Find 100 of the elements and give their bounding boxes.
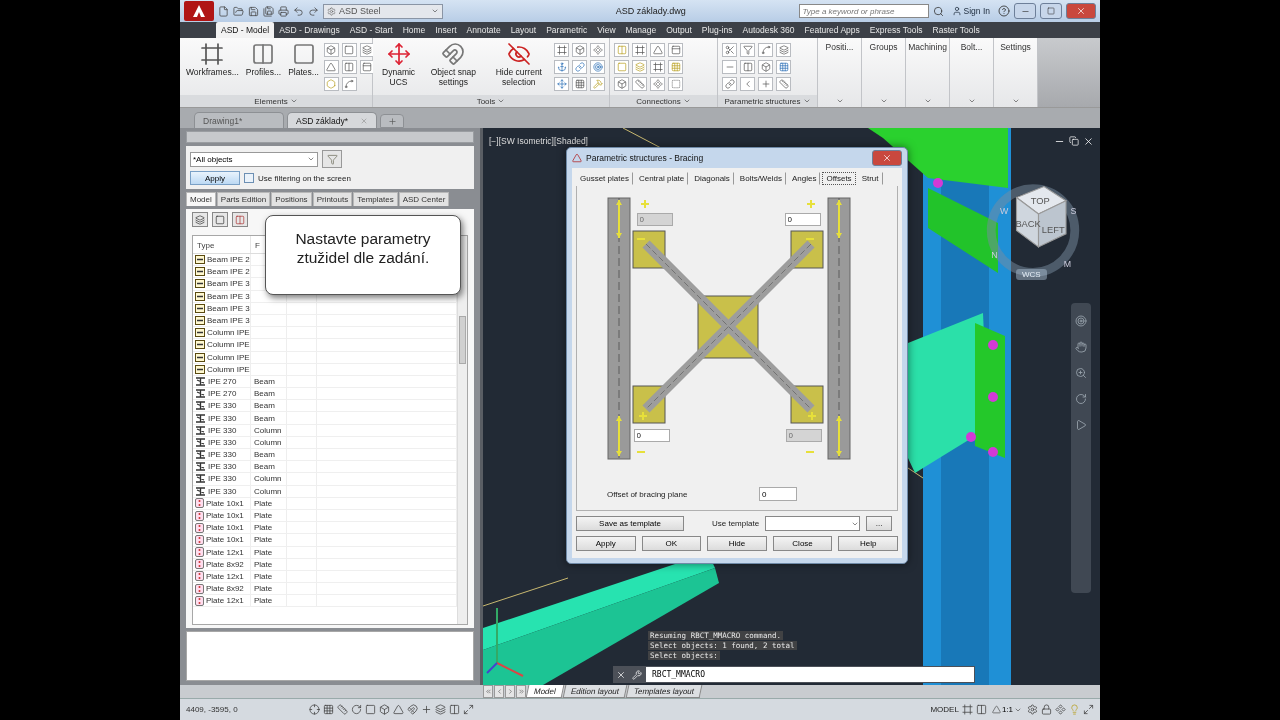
sheet-tab[interactable]: Templates layout — [625, 685, 703, 698]
ribbon-tab[interactable]: Express Tools — [864, 22, 928, 38]
table-row[interactable]: Column IPE — [193, 339, 457, 352]
table-row[interactable]: IPE 330 Column — [193, 436, 457, 449]
ribbon-tab[interactable]: Layout — [505, 22, 542, 38]
ribbon-panel-button[interactable]: Bolt... — [950, 38, 993, 107]
table-row[interactable]: Plate 10x1 Plate — [193, 509, 457, 523]
search-field[interactable]: Type a keyword or phrase — [798, 4, 929, 18]
table-cell: Column IPE — [207, 364, 250, 374]
dialog-button[interactable]: Hide — [707, 536, 767, 551]
sign-in-button[interactable]: Sign In — [947, 6, 994, 16]
table-row[interactable]: IPE 330 Column — [193, 473, 457, 486]
ribbon-panel-button[interactable]: Settings — [994, 38, 1037, 107]
dialog-tab[interactable]: Bolts/Welds — [735, 171, 786, 185]
ribbon-panel-button[interactable]: Machining — [906, 38, 949, 107]
command-input[interactable]: RBCT_MMACRO — [646, 667, 974, 682]
table-row[interactable]: Column IPE — [193, 363, 457, 376]
table-row[interactable]: Beam IPE 3 — [193, 314, 457, 328]
table-row[interactable]: IPE 330 Column — [193, 424, 457, 437]
table-row[interactable]: Plate 8x92 Plate — [193, 583, 457, 596]
view-cube-label[interactable]: TOP — [1030, 196, 1050, 207]
table-row[interactable]: IPE 330 Beam — [193, 400, 457, 413]
dialog-tab[interactable]: Diagonals — [690, 171, 734, 185]
panel-label[interactable]: Elements — [180, 95, 372, 107]
ribbon-button[interactable]: Object snap settings — [423, 41, 484, 89]
space-toggle[interactable]: MODEL — [930, 705, 959, 714]
ribbon-tab[interactable]: Raster Tools — [927, 22, 985, 38]
panel-tab[interactable]: Parts Edition — [216, 192, 271, 206]
dialog-tab[interactable]: Angles — [787, 171, 821, 185]
ribbon-tab[interactable]: Annotate — [461, 22, 506, 38]
table-row[interactable]: IPE 270 Beam — [193, 375, 457, 389]
view-cube-label[interactable]: LEFT — [1041, 224, 1065, 235]
table-row[interactable]: Beam IPE 3 — [193, 302, 457, 315]
dialog-tab[interactable]: Offsets — [822, 171, 856, 185]
ribbon-tab[interactable]: Featured Apps — [799, 22, 865, 38]
dialog-button[interactable]: Close — [772, 536, 833, 551]
panel-tab[interactable]: Model — [186, 192, 216, 206]
annotation-scale-button[interactable]: 1:1 — [989, 705, 1024, 714]
table-row[interactable]: Column IPE — [193, 327, 457, 340]
save-template-button[interactable]: Save as template — [576, 516, 684, 531]
sheet-tab[interactable]: Edition layout — [562, 685, 628, 698]
dialog-button[interactable]: OK — [641, 536, 702, 551]
panel-tab[interactable]: ASD Center — [398, 192, 450, 206]
ribbon-tab[interactable]: ASD - Model — [216, 22, 275, 38]
table-row[interactable]: IPE 330 Beam — [193, 449, 457, 462]
table-row[interactable]: IPE 330 Beam — [193, 412, 457, 425]
offset-field[interactable]: 0 — [633, 429, 670, 442]
ribbon-tab[interactable]: View — [592, 22, 621, 38]
ribbon-tab[interactable]: Plug-ins — [696, 22, 738, 38]
panel-tab[interactable]: Positions — [271, 192, 312, 206]
document-tab[interactable]: Drawing1* — [194, 112, 284, 128]
ribbon-button[interactable]: Profiles... — [243, 41, 284, 79]
ribbon-tab[interactable]: Autodesk 360 — [737, 22, 800, 38]
apply-button[interactable]: Apply — [190, 171, 240, 185]
ribbon-panel-button[interactable]: Positi... — [818, 38, 861, 107]
browse-button[interactable]: ... — [866, 516, 893, 531]
filter-dropdown[interactable]: *All objects — [190, 151, 318, 167]
table-row[interactable]: Plate 10x1 Plate — [193, 534, 457, 547]
offset-field[interactable]: 0 — [784, 213, 821, 226]
ribbon-tab[interactable]: ASD - Drawings — [274, 22, 345, 38]
table-cell: Beam IPE 3 — [207, 279, 250, 289]
dialog-tab[interactable]: Strut — [857, 171, 883, 185]
panel-tab[interactable]: Templates — [353, 192, 398, 206]
ribbon-button[interactable]: Workframes... — [184, 41, 241, 79]
viewport-label[interactable]: [−][SW Isometric][Shaded] — [489, 136, 588, 146]
table-row[interactable]: IPE 330 Beam — [193, 461, 457, 474]
ribbon-button[interactable]: Dynamic UCS — [377, 41, 421, 89]
compass-label[interactable]: S — [1070, 206, 1077, 216]
column-header[interactable]: Type — [193, 236, 251, 253]
table-row[interactable]: Plate 8x92 Plate — [193, 558, 457, 571]
table-row[interactable]: Plate 10x1 Plate — [193, 522, 457, 535]
dialog-button[interactable]: Help — [838, 536, 898, 551]
panel-label[interactable]: Connections — [610, 95, 717, 107]
ribbon-tab[interactable]: Output — [661, 22, 697, 38]
ribbon-button[interactable]: Hide current selection — [486, 41, 551, 89]
ribbon-tab[interactable]: Home — [397, 22, 431, 38]
panel-label[interactable]: Parametric structures — [718, 95, 817, 107]
table-row[interactable]: Plate 12x1 Plate — [193, 546, 457, 559]
compass-label[interactable]: M — [1063, 258, 1072, 269]
workspace-dropdown[interactable]: ASD Steel — [323, 3, 443, 19]
dialog-button[interactable]: Apply — [576, 536, 636, 551]
ribbon-tab[interactable]: ASD - Start — [344, 22, 398, 38]
table-row[interactable]: Plate 10x1 Plate — [193, 497, 457, 510]
panel-tab[interactable]: Printouts — [312, 192, 353, 206]
ribbon-tab[interactable]: Manage — [620, 22, 662, 38]
table-row[interactable]: IPE 270 Beam — [193, 388, 457, 401]
dialog-tab[interactable]: Gusset plates — [576, 171, 633, 185]
offset-field[interactable]: 0 — [759, 487, 797, 501]
table-row[interactable]: Plate 12x1 Plate — [193, 570, 457, 584]
table-row[interactable]: Plate 12x1 Plate — [193, 595, 457, 608]
panel-label[interactable]: Tools — [373, 95, 609, 107]
ribbon-tab[interactable]: Insert — [430, 22, 462, 38]
sheet-tab[interactable]: Model — [525, 685, 565, 698]
ribbon-button[interactable]: Plates... — [286, 41, 321, 79]
dialog-tab[interactable]: Central plate — [634, 171, 689, 185]
ribbon-panel-button[interactable]: Groups — [862, 38, 905, 107]
table-row[interactable]: Column IPE — [193, 351, 457, 364]
table-row[interactable]: IPE 330 Column — [193, 485, 457, 498]
ribbon-tab[interactable]: Parametric — [541, 22, 593, 38]
document-tab[interactable]: ASD základy* — [287, 112, 377, 128]
